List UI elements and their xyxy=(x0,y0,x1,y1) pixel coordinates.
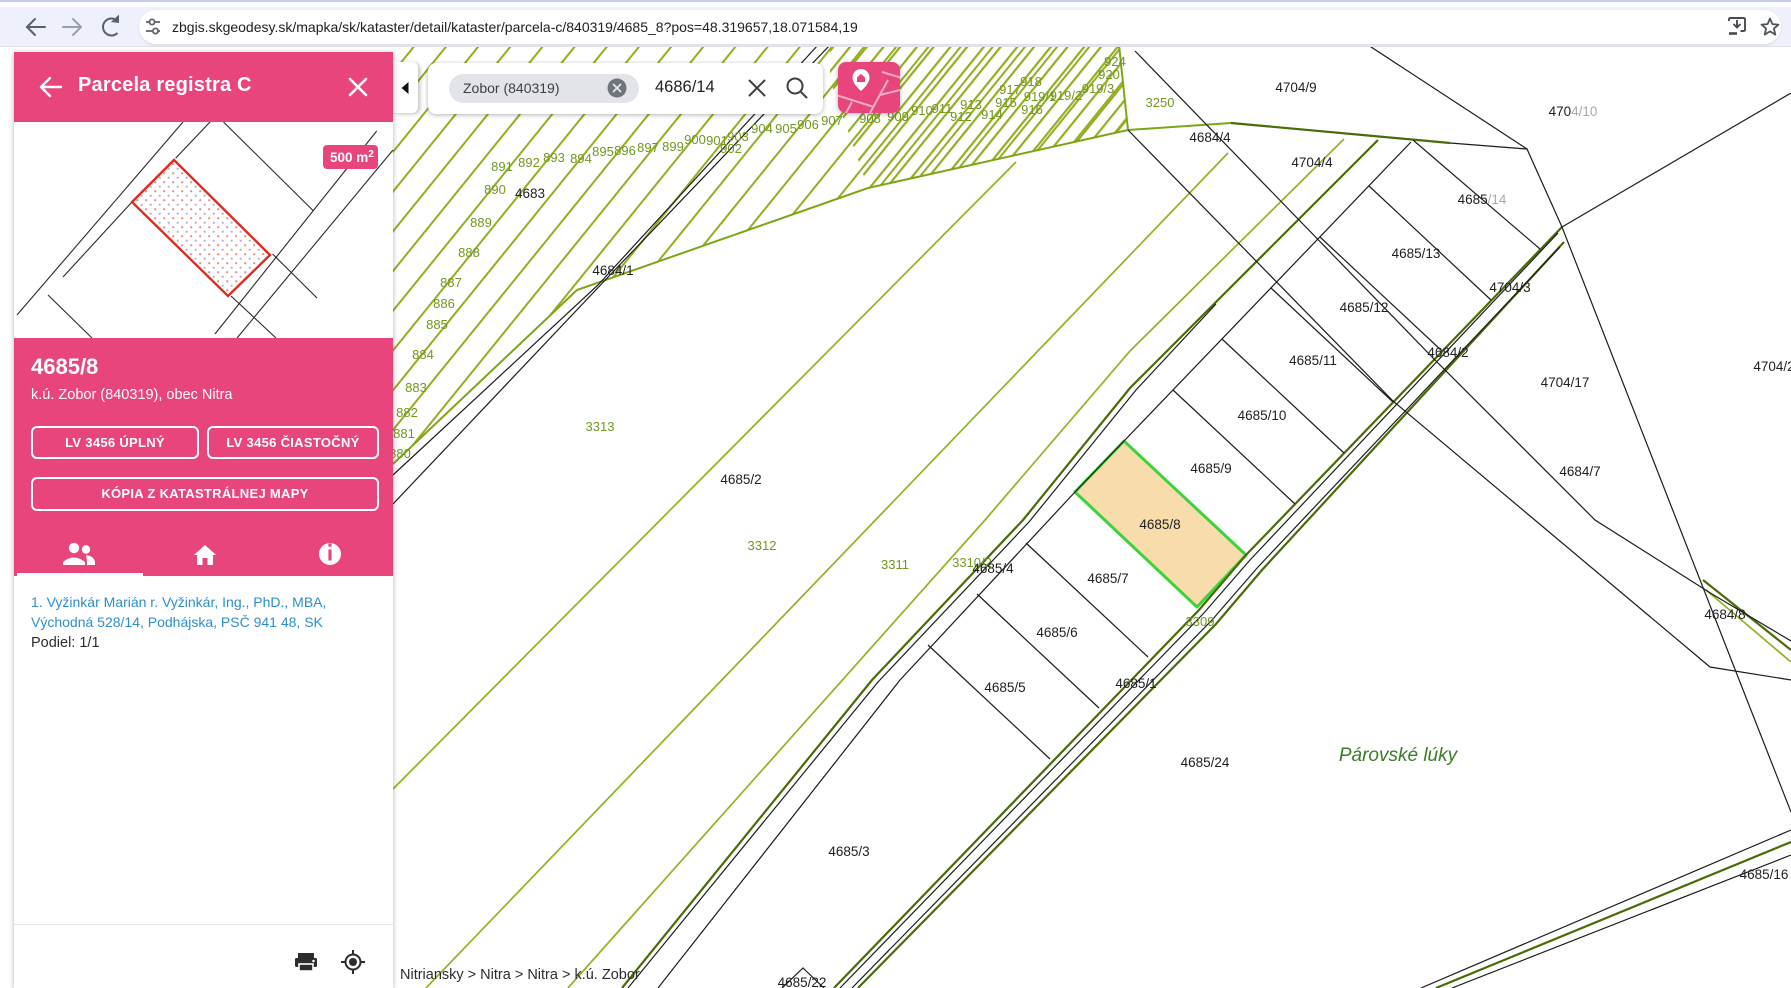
svg-text:3250: 3250 xyxy=(1146,95,1175,110)
svg-text:4685/12: 4685/12 xyxy=(1340,300,1389,315)
svg-text:4685/9: 4685/9 xyxy=(1190,461,1231,476)
svg-text:4684/4: 4684/4 xyxy=(1189,130,1231,145)
svg-text:4704/3: 4704/3 xyxy=(1489,280,1530,295)
svg-text:880: 880 xyxy=(393,446,411,461)
svg-text:900: 900 xyxy=(684,132,706,147)
svg-text:4685/24: 4685/24 xyxy=(1181,755,1230,770)
svg-text:4685/7: 4685/7 xyxy=(1087,571,1128,586)
svg-text:884: 884 xyxy=(412,347,434,362)
svg-text:4685/8: 4685/8 xyxy=(1139,517,1180,532)
svg-text:895: 895 xyxy=(592,144,614,159)
svg-text:4685/1: 4685/1 xyxy=(1115,676,1156,691)
svg-text:4685/4: 4685/4 xyxy=(972,561,1014,576)
svg-text:886: 886 xyxy=(433,296,455,311)
svg-text:917: 917 xyxy=(999,82,1021,97)
svg-text:4685/5: 4685/5 xyxy=(984,680,1025,695)
svg-text:887: 887 xyxy=(440,275,462,290)
svg-text:4685/11: 4685/11 xyxy=(1289,353,1337,368)
svg-text:885: 885 xyxy=(426,317,448,332)
svg-text:888: 888 xyxy=(458,245,480,260)
svg-text:913: 913 xyxy=(960,97,982,112)
svg-text:893: 893 xyxy=(543,150,565,165)
svg-text:4684/2: 4684/2 xyxy=(1427,345,1468,360)
svg-text:4704/2: 4704/2 xyxy=(1753,359,1791,374)
svg-text:882: 882 xyxy=(396,405,418,420)
svg-text:4685/13: 4685/13 xyxy=(1392,246,1441,261)
svg-text:4704/17: 4704/17 xyxy=(1541,375,1590,390)
svg-text:4704/4: 4704/4 xyxy=(1291,155,1333,170)
svg-text:889: 889 xyxy=(470,215,492,230)
svg-text:899: 899 xyxy=(662,139,684,154)
svg-text:915: 915 xyxy=(995,95,1017,110)
svg-text:881: 881 xyxy=(393,426,415,441)
svg-text:903: 903 xyxy=(727,129,749,144)
svg-text:4685/14: 4685/14 xyxy=(1458,192,1507,207)
svg-text:4685/2: 4685/2 xyxy=(720,472,761,487)
svg-text:919/3: 919/3 xyxy=(1082,81,1115,96)
svg-text:4685/16: 4685/16 xyxy=(1740,867,1789,882)
svg-text:896: 896 xyxy=(614,143,636,158)
svg-text:3313: 3313 xyxy=(586,419,615,434)
svg-text:4685/6: 4685/6 xyxy=(1036,625,1077,640)
svg-text:3312: 3312 xyxy=(748,538,777,553)
svg-text:Párovské lúky: Párovské lúky xyxy=(1339,745,1459,766)
svg-text:897: 897 xyxy=(637,140,659,155)
svg-text:892: 892 xyxy=(518,155,540,170)
svg-text:4704/9: 4704/9 xyxy=(1275,80,1316,95)
svg-text:3309: 3309 xyxy=(1186,614,1215,629)
svg-text:918: 918 xyxy=(1020,74,1042,89)
svg-text:4685/3: 4685/3 xyxy=(828,844,869,859)
svg-text:919/2: 919/2 xyxy=(1050,88,1083,103)
svg-text:883: 883 xyxy=(405,380,427,395)
svg-text:894: 894 xyxy=(570,151,592,166)
svg-text:4685/22: 4685/22 xyxy=(778,975,827,988)
svg-text:910: 910 xyxy=(911,103,933,118)
svg-text:891: 891 xyxy=(491,159,513,174)
svg-text:916: 916 xyxy=(1021,102,1043,117)
svg-text:4684/8: 4684/8 xyxy=(1704,607,1745,622)
svg-text:4685/10: 4685/10 xyxy=(1238,408,1287,423)
svg-text:3311: 3311 xyxy=(881,557,909,572)
svg-text:4684/7: 4684/7 xyxy=(1559,464,1600,479)
svg-text:890: 890 xyxy=(484,182,506,197)
svg-text:4684/1: 4684/1 xyxy=(592,263,633,278)
svg-text:4704/10: 4704/10 xyxy=(1549,104,1598,119)
svg-text:4683: 4683 xyxy=(515,186,545,201)
svg-text:924: 924 xyxy=(1104,54,1126,69)
svg-text:920: 920 xyxy=(1098,67,1120,82)
